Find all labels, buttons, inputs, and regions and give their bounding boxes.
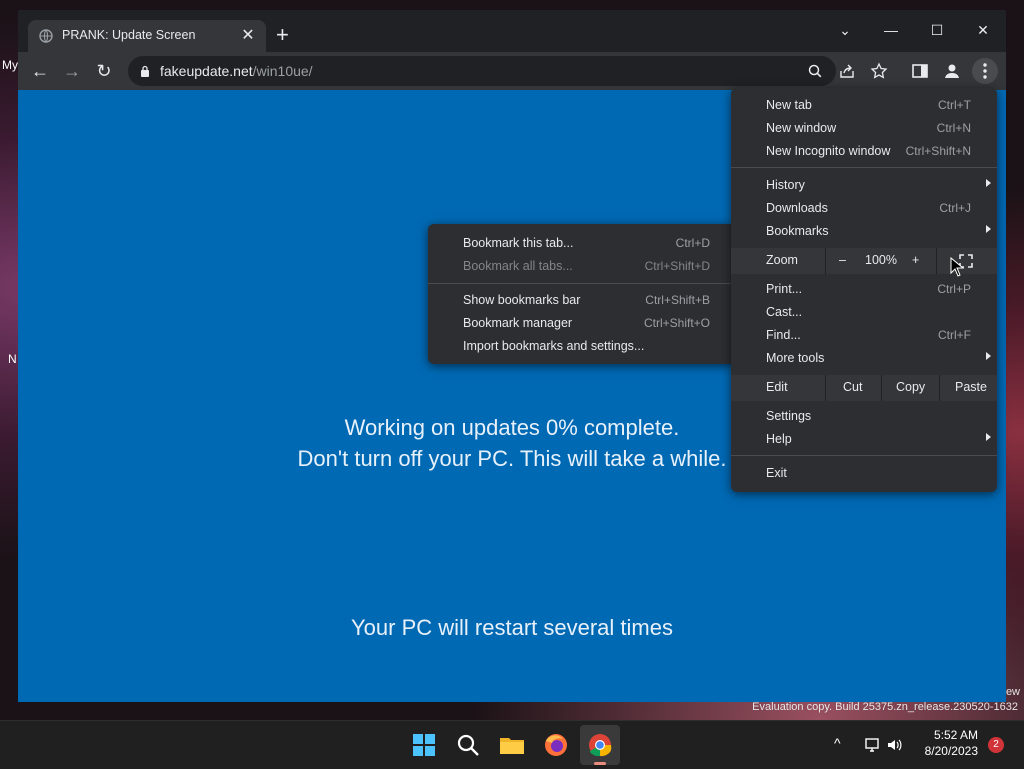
cell-divider — [825, 375, 826, 401]
search-icon[interactable] — [452, 729, 484, 761]
close-tab-icon[interactable]: ✕ — [238, 26, 258, 46]
menu-item-cast[interactable]: Cast... — [731, 301, 997, 323]
active-app-indicator — [594, 762, 606, 765]
cell-divider — [939, 375, 940, 401]
notification-badge[interactable]: 2 — [988, 737, 1004, 753]
firefox-icon[interactable] — [540, 729, 572, 761]
toolbar: ← → ↻ fakeupdate.net/win10ue/ — [18, 52, 1006, 90]
url-text[interactable]: fakeupdate.net/win10ue/ — [160, 63, 313, 79]
minimize-button[interactable]: — — [868, 14, 914, 46]
menu-item-new-window[interactable]: New window Ctrl+N — [731, 117, 997, 139]
back-button[interactable]: ← — [28, 60, 52, 82]
cell-divider — [881, 375, 882, 401]
clock-date: 8/20/2023 — [924, 744, 978, 758]
tab-strip: PRANK: Update Screen ✕ + ⌄ — ☐ ✕ — [18, 10, 1006, 52]
system-clock[interactable]: 5:52 AM 8/20/2023 — [925, 727, 978, 759]
menu-item-import-bookmarks[interactable]: Import bookmarks and settings... — [428, 335, 736, 357]
evaluation-watermark: Evaluation copy. Build 25375.zn_release.… — [752, 701, 1018, 713]
menu-separator — [731, 167, 997, 168]
menu-item-bookmark-all-tabs[interactable]: Bookmark all tabs... Ctrl+Shift+D — [428, 255, 736, 277]
zoom-in-button[interactable]: + — [912, 253, 919, 267]
paste-button[interactable]: Paste — [955, 380, 987, 394]
zoom-level: 100% — [865, 253, 897, 267]
zoom-out-button[interactable]: – — [839, 253, 846, 267]
edit-row: Edit Cut Copy Paste — [731, 375, 997, 401]
menu-item-settings[interactable]: Settings — [731, 405, 997, 427]
tab-active[interactable]: PRANK: Update Screen ✕ — [28, 20, 266, 52]
menu-item-bookmark-manager[interactable]: Bookmark manager Ctrl+Shift+O — [428, 312, 736, 334]
volume-icon[interactable] — [886, 736, 904, 754]
edit-label: Edit — [766, 380, 788, 394]
zoom-label: Zoom — [766, 253, 798, 267]
taskbar: ^ 5:52 AM 8/20/2023 2 — [0, 720, 1024, 769]
tab-search-button[interactable]: ⌄ — [822, 14, 868, 46]
desktop-icon-label[interactable]: My — [2, 58, 18, 72]
chevron-right-icon — [986, 225, 991, 233]
menu-item-find[interactable]: Find... Ctrl+F — [731, 324, 997, 346]
restart-notice: Your PC will restart several times — [351, 615, 673, 640]
chrome-taskbar-button[interactable] — [580, 725, 620, 765]
cut-button[interactable]: Cut — [843, 380, 862, 394]
globe-icon — [39, 29, 53, 43]
windows-start-icon[interactable] — [408, 729, 440, 761]
maximize-button[interactable]: ☐ — [914, 14, 960, 46]
desktop-icon-label[interactable]: N — [8, 352, 17, 366]
menu-item-more-tools[interactable]: More tools — [731, 347, 997, 369]
reload-button[interactable]: ↻ — [92, 60, 116, 82]
chrome-icon — [589, 734, 612, 757]
menu-separator — [731, 455, 997, 456]
share-icon[interactable] — [838, 62, 856, 80]
menu-item-new-incognito[interactable]: New Incognito window Ctrl+Shift+N — [731, 140, 997, 162]
desktop-corner-label: ew — [1005, 686, 1020, 698]
close-window-button[interactable]: ✕ — [960, 14, 1006, 46]
menu-item-new-tab[interactable]: New tab Ctrl+T — [731, 94, 997, 116]
menu-item-exit[interactable]: Exit — [731, 462, 997, 484]
menu-item-bookmark-tab[interactable]: Bookmark this tab... Ctrl+D — [428, 232, 736, 254]
cell-divider — [936, 248, 937, 274]
clock-time: 5:52 AM — [933, 728, 978, 742]
menu-item-bookmarks[interactable]: Bookmarks — [731, 220, 997, 242]
menu-item-history[interactable]: History — [731, 174, 997, 196]
menu-item-help[interactable]: Help — [731, 428, 997, 450]
chevron-right-icon — [986, 179, 991, 187]
chevron-right-icon — [986, 352, 991, 360]
new-tab-button[interactable]: + — [276, 24, 289, 46]
address-bar[interactable]: fakeupdate.net/win10ue/ — [128, 56, 888, 86]
copy-button[interactable]: Copy — [896, 380, 925, 394]
file-explorer-icon[interactable] — [496, 729, 528, 761]
show-hidden-icons-chevron[interactable]: ^ — [834, 735, 841, 751]
menu-item-show-bookmarks-bar[interactable]: Show bookmarks bar Ctrl+Shift+B — [428, 289, 736, 311]
lock-icon[interactable] — [140, 65, 150, 77]
side-panel-icon[interactable] — [910, 61, 930, 81]
cell-divider — [825, 248, 826, 274]
search-icon[interactable] — [806, 62, 824, 80]
menu-item-print[interactable]: Print... Ctrl+P — [731, 278, 997, 300]
network-icon[interactable] — [864, 736, 882, 754]
forward-button[interactable]: → — [60, 60, 84, 82]
chevron-right-icon — [986, 433, 991, 441]
kebab-menu-icon — [983, 63, 987, 79]
menu-item-downloads[interactable]: Downloads Ctrl+J — [731, 197, 997, 219]
profile-icon[interactable] — [942, 61, 962, 81]
bookmarks-submenu: Bookmark this tab... Ctrl+D Bookmark all … — [428, 224, 736, 364]
mouse-cursor-icon — [950, 257, 964, 277]
chrome-main-menu: New tab Ctrl+T New window Ctrl+N New Incog… — [731, 88, 997, 492]
star-icon[interactable] — [870, 62, 888, 80]
menu-separator — [428, 283, 736, 284]
tab-title: PRANK: Update Screen — [62, 28, 196, 42]
chrome-menu-button[interactable] — [972, 58, 998, 84]
